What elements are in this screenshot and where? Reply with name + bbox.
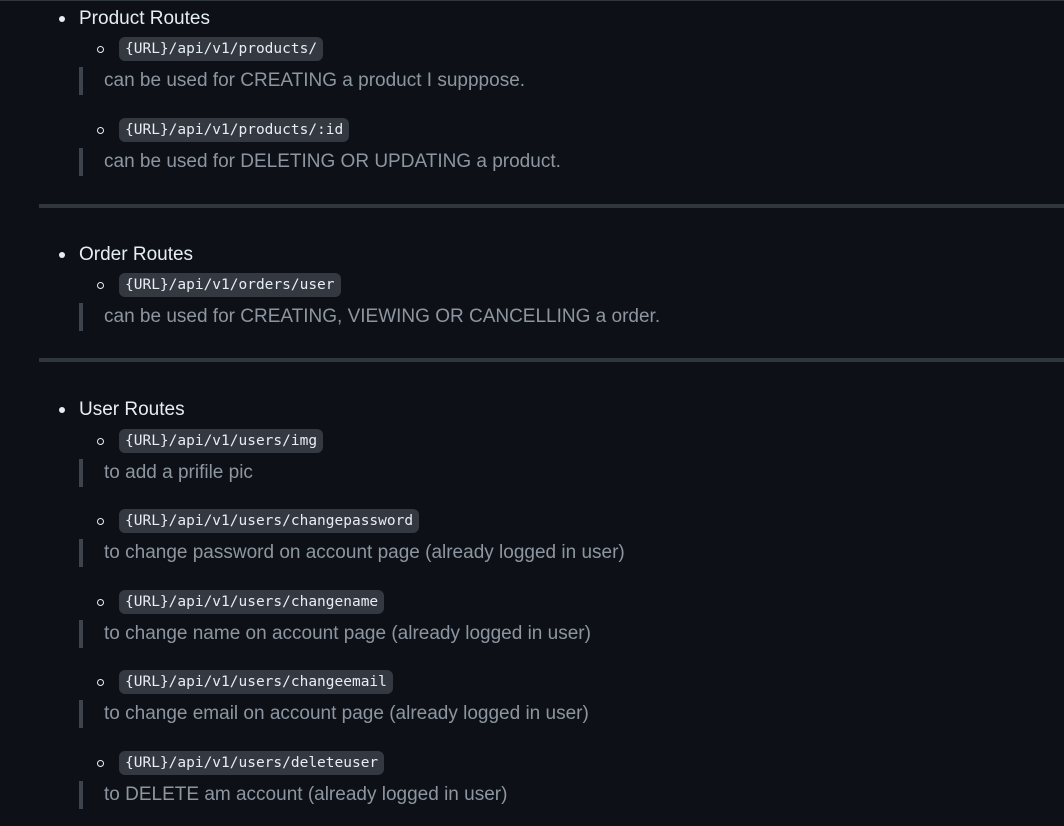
blockquote-bar <box>79 539 83 567</box>
route-path-code: {URL}/api/v1/users/changename <box>119 590 385 614</box>
route-path-code: {URL}/api/v1/orders/user <box>119 273 341 297</box>
bullet-circle <box>97 760 104 767</box>
route-path-code: {URL}/api/v1/users/changepassword <box>119 509 420 533</box>
route-note: to change email on account page (already… <box>104 703 589 724</box>
route-path-code: {URL}/api/v1/products/:id <box>119 118 350 142</box>
route-note: can be used for CREATING, VIEWING OR CAN… <box>104 306 661 327</box>
route-note: can be used for DELETING OR UPDATING a p… <box>104 151 561 172</box>
blockquote-bar <box>79 148 83 176</box>
blockquote-bar <box>79 459 83 487</box>
section-title: Order Routes <box>79 244 194 265</box>
route-path-code: {URL}/api/v1/users/img <box>119 429 324 453</box>
route-note: to add a prifile pic <box>104 462 253 483</box>
bullet-disc <box>59 407 65 413</box>
bullet-circle <box>97 46 104 53</box>
bullet-circle <box>97 679 104 686</box>
bullet-circle <box>97 599 104 606</box>
bullet-circle <box>97 438 104 445</box>
route-path-code: {URL}/api/v1/users/deleteuser <box>119 751 385 775</box>
bullet-circle <box>97 127 104 134</box>
blockquote-bar <box>79 620 83 648</box>
section-order-routes: Order Routes <box>0 243 600 267</box>
bullet-circle <box>97 518 104 525</box>
blockquote-bar <box>79 781 83 809</box>
bullet-disc <box>59 252 65 258</box>
blockquote-bar <box>79 67 83 95</box>
blockquote-bar <box>79 303 83 331</box>
blockquote-bar <box>79 700 83 728</box>
horizontal-rule <box>39 204 1064 208</box>
section-user-routes: User Routes <box>0 398 600 422</box>
route-path-code: {URL}/api/v1/users/changeemail <box>119 670 393 694</box>
route-note: to change name on account page (already … <box>104 623 591 644</box>
route-path-code: {URL}/api/v1/products/ <box>119 37 324 61</box>
bullet-circle <box>97 282 104 289</box>
bullet-disc <box>59 16 65 22</box>
route-note: can be used for CREATING a product I sup… <box>104 70 526 91</box>
section-title: User Routes <box>79 399 185 420</box>
top-divider <box>0 0 1064 1</box>
horizontal-rule <box>39 358 1064 362</box>
section-title: Product Routes <box>79 8 210 29</box>
route-note: to change password on account page (alre… <box>104 542 625 563</box>
section-product-routes: Product Routes <box>0 7 600 31</box>
route-note: to DELETE am account (already logged in … <box>104 784 508 805</box>
